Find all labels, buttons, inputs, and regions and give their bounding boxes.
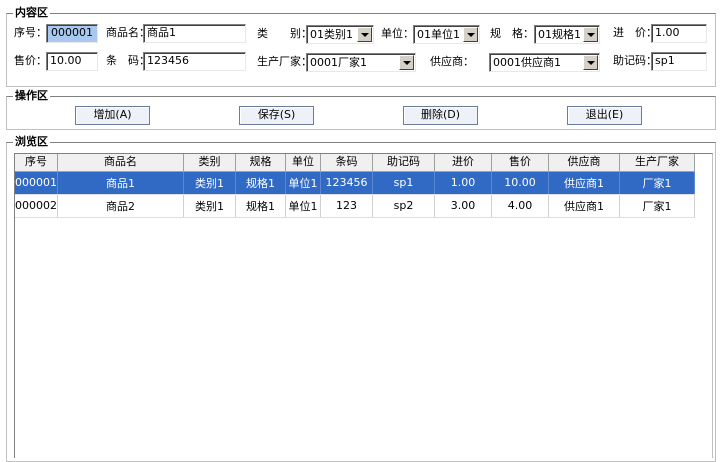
table-cell: 规格1 bbox=[235, 171, 286, 195]
column-header[interactable]: 单位 bbox=[285, 154, 321, 172]
table-cell: 类别1 bbox=[183, 194, 236, 218]
table-header-row: 序号 商品名 类别 规格 单位 条码 助记码 进价 售价 供应商 生产厂家 bbox=[15, 154, 695, 172]
supplier-select-value: 0001供应商1 bbox=[493, 56, 561, 69]
browse-grid[interactable]: 序号 商品名 类别 规格 单位 条码 助记码 进价 售价 供应商 生产厂家 00… bbox=[14, 153, 713, 458]
table-cell: 10.00 bbox=[491, 171, 549, 195]
add-button[interactable]: 增加(A) bbox=[75, 106, 150, 125]
table-cell: 类别1 bbox=[183, 171, 236, 195]
supplier-select[interactable]: 0001供应商1 bbox=[489, 53, 600, 72]
table-cell: 规格1 bbox=[235, 194, 286, 218]
chevron-down-icon[interactable] bbox=[399, 55, 414, 70]
browse-table: 序号 商品名 类别 规格 单位 条码 助记码 进价 售价 供应商 生产厂家 00… bbox=[15, 154, 695, 218]
supplier-label: 供应商： bbox=[430, 55, 474, 68]
cost-field[interactable]: 1.00 bbox=[651, 24, 707, 43]
column-header[interactable]: 序号 bbox=[15, 154, 58, 172]
table-cell: sp2 bbox=[372, 194, 435, 218]
price-label: 售价： bbox=[14, 54, 47, 67]
chevron-down-icon[interactable] bbox=[583, 27, 598, 42]
table-cell: 000001 bbox=[15, 171, 58, 195]
category-select-value: 01类别1 bbox=[310, 28, 353, 41]
unit-select-value: 01单位1 bbox=[417, 28, 460, 41]
table-cell: 商品2 bbox=[57, 194, 184, 218]
column-header[interactable]: 售价 bbox=[491, 154, 549, 172]
category-label: 类 别： bbox=[257, 27, 312, 40]
spec-select-value: 01规格1 bbox=[538, 28, 581, 41]
seq-field[interactable]: 000001 bbox=[46, 24, 98, 43]
table-cell: 商品1 bbox=[57, 171, 184, 195]
delete-button[interactable]: 删除(D) bbox=[403, 106, 478, 125]
table-cell: sp1 bbox=[372, 171, 435, 195]
unit-label: 单位： bbox=[381, 27, 414, 40]
spec-label: 规 格： bbox=[490, 27, 534, 40]
save-button[interactable]: 保存(S) bbox=[239, 106, 314, 125]
unit-select[interactable]: 01单位1 bbox=[413, 25, 480, 44]
exit-button[interactable]: 退出(E) bbox=[567, 106, 642, 125]
ops-group-title: 操作区 bbox=[13, 89, 50, 103]
column-header[interactable]: 条码 bbox=[320, 154, 373, 172]
table-cell: 000002 bbox=[15, 194, 58, 218]
spec-select[interactable]: 01规格1 bbox=[534, 25, 600, 44]
table-row[interactable]: 000001 商品1 类别1 规格1 单位1 123456 sp1 1.00 1… bbox=[15, 171, 695, 195]
mnemonic-field[interactable]: sp1 bbox=[651, 52, 707, 71]
column-header[interactable]: 助记码 bbox=[372, 154, 435, 172]
name-field[interactable]: 商品1 bbox=[143, 24, 246, 43]
maker-select-value: 0001厂家1 bbox=[310, 56, 367, 69]
barcode-field[interactable]: 123456 bbox=[143, 52, 246, 71]
table-cell: 单位1 bbox=[285, 194, 321, 218]
column-header[interactable]: 供应商 bbox=[548, 154, 620, 172]
maker-select[interactable]: 0001厂家1 bbox=[306, 53, 416, 72]
table-cell: 厂家1 bbox=[619, 171, 695, 195]
table-cell: 供应商1 bbox=[548, 171, 620, 195]
maker-label: 生产厂家： bbox=[257, 55, 312, 68]
table-cell: 1.00 bbox=[434, 171, 492, 195]
table-cell: 123 bbox=[320, 194, 373, 218]
chevron-down-icon[interactable] bbox=[583, 55, 598, 70]
table-cell: 厂家1 bbox=[619, 194, 695, 218]
column-header[interactable]: 进价 bbox=[434, 154, 492, 172]
column-header[interactable]: 商品名 bbox=[57, 154, 184, 172]
column-header[interactable]: 类别 bbox=[183, 154, 236, 172]
table-cell: 单位1 bbox=[285, 171, 321, 195]
table-cell: 供应商1 bbox=[548, 194, 620, 218]
content-group-title: 内容区 bbox=[13, 6, 50, 20]
seq-label: 序号： bbox=[14, 26, 47, 39]
table-row[interactable]: 000002 商品2 类别1 规格1 单位1 123 sp2 3.00 4.00… bbox=[15, 194, 695, 218]
browse-group-title: 浏览区 bbox=[13, 135, 50, 149]
chevron-down-icon[interactable] bbox=[357, 27, 372, 42]
table-cell: 3.00 bbox=[434, 194, 492, 218]
column-header[interactable]: 生产厂家 bbox=[619, 154, 695, 172]
column-header[interactable]: 规格 bbox=[235, 154, 286, 172]
price-field[interactable]: 10.00 bbox=[46, 52, 98, 71]
chevron-down-icon[interactable] bbox=[463, 27, 478, 42]
category-select[interactable]: 01类别1 bbox=[306, 25, 374, 44]
table-cell: 123456 bbox=[320, 171, 373, 195]
table-cell: 4.00 bbox=[491, 194, 549, 218]
